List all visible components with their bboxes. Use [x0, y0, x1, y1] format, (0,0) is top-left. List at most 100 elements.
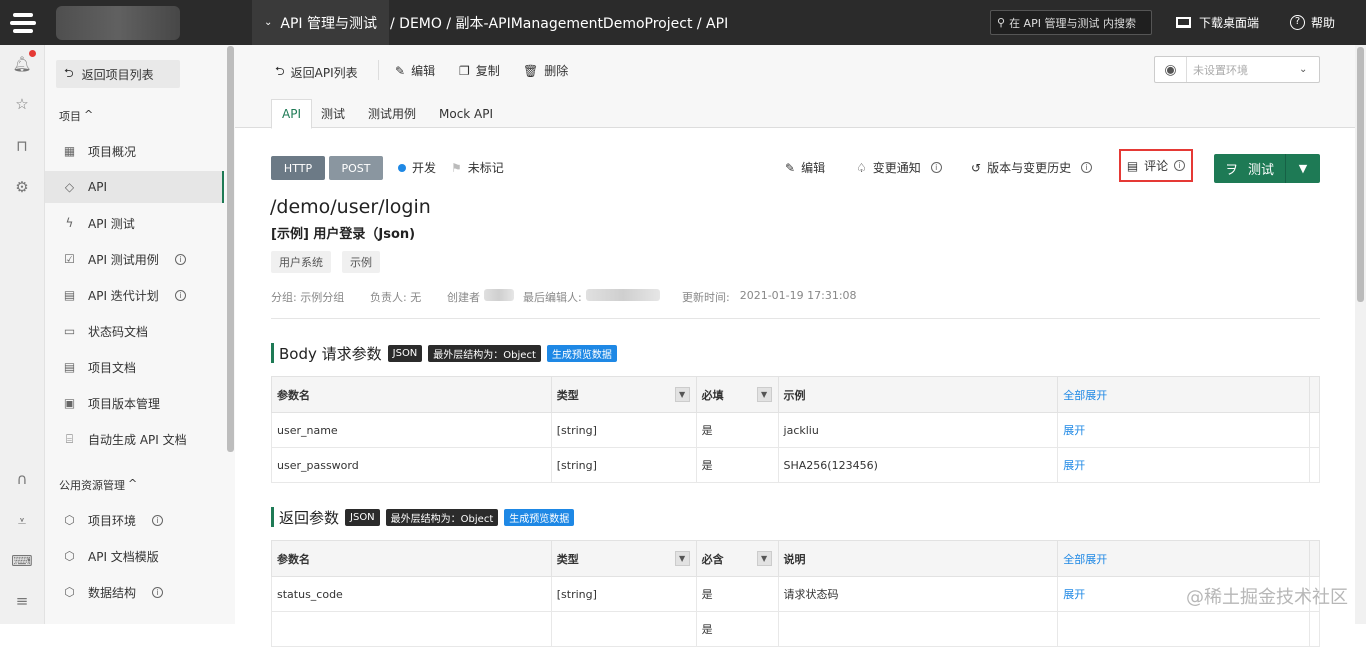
section-public-header[interactable]: 公用资源管理 ^	[59, 477, 137, 493]
tab-test-cases[interactable]: 测试用例	[358, 99, 426, 128]
table-row: 是	[271, 611, 1321, 647]
list-icon[interactable]: ≡	[13, 592, 31, 610]
environment-placeholder: 未设置环境	[1193, 63, 1248, 77]
copy-button[interactable]: ❐ 复制	[459, 62, 500, 79]
main-scrollbar[interactable]	[1355, 45, 1366, 624]
sidebar-item-api-test[interactable]: ϟ API 测试	[45, 207, 224, 239]
api-edit-button[interactable]: ✎ 编辑	[785, 159, 825, 176]
status-indicator[interactable]: 开发	[398, 159, 436, 176]
sidebar-item-overview[interactable]: ▦ 项目概况	[45, 135, 224, 167]
environment-select[interactable]: ◉ 未设置环境 ⌄	[1154, 56, 1320, 83]
sidebar-item-project-doc[interactable]: ▤ 项目文档	[45, 351, 224, 383]
table-row: user_password [string] 是 SHA256(123456) …	[271, 447, 1321, 483]
test-button-main[interactable]: ヲ测试	[1214, 154, 1286, 183]
col-header-example: 示例	[777, 376, 1059, 413]
star-icon[interactable]: ☆	[13, 95, 31, 113]
col-header-spacer	[1308, 376, 1321, 413]
mark-indicator[interactable]: ⚑ 未标记	[451, 159, 504, 176]
sidebar-item-label: API 测试用例	[88, 252, 159, 267]
info-icon: i	[174, 289, 186, 301]
sidebar-item-version-management[interactable]: ▣ 项目版本管理	[45, 387, 224, 419]
section-project-header[interactable]: 项目 ^	[59, 108, 93, 124]
status-dot	[398, 163, 406, 172]
back-to-project-list-button[interactable]: ⮌ 返回项目列表	[56, 60, 180, 88]
sidebar-item-project-env[interactable]: ⬡ 项目环境 i	[45, 504, 224, 536]
back-to-api-list-button[interactable]: ⮌ 返回API列表	[275, 62, 358, 83]
back-api-label: 返回API列表	[290, 66, 358, 80]
sidebar-item-api-doc-template[interactable]: ⬡ API 文档模版	[45, 540, 224, 572]
sidebar-item-api[interactable]: ◇ API	[45, 171, 224, 203]
download-label: 下载桌面端	[1199, 16, 1260, 30]
meta-owner: 负责人: 无	[370, 291, 422, 304]
breadcrumb[interactable]: / DEMO / 副本-APIManagementDemoProject / A…	[390, 0, 728, 45]
meta-updated-value: 2021-01-19 17:31:08	[739, 289, 857, 302]
status-label: 开发	[412, 161, 437, 175]
expand-link[interactable]	[1057, 611, 1310, 647]
tab-mock-api[interactable]: Mock API	[429, 99, 503, 128]
method-badge: POST	[329, 156, 383, 180]
pencil-icon: ✎	[785, 160, 796, 175]
cube-icon: ⬡	[64, 585, 75, 599]
sidebar-item-iteration-plan[interactable]: ▤ API 迭代计划 i	[45, 279, 224, 311]
expand-all-link[interactable]: 全部展开	[1057, 540, 1310, 577]
filter-icon[interactable]: ▼	[674, 551, 690, 566]
blurred-account-name	[56, 6, 180, 40]
tag-user-system[interactable]: 用户系统	[271, 251, 331, 273]
filter-icon[interactable]: ▼	[756, 551, 772, 566]
sidebar-item-data-structure[interactable]: ⬡ 数据结构 i	[45, 576, 224, 608]
headset-icon[interactable]: ∩	[13, 470, 31, 488]
sidebar-item-label: API 迭代计划	[88, 288, 159, 303]
download-tray-icon[interactable]: ⩡	[13, 512, 31, 530]
help-button[interactable]: ? 帮助	[1290, 0, 1335, 45]
monitor-icon	[1176, 17, 1191, 28]
sidebar-item-label: API 测试	[88, 216, 135, 231]
sidebar-item-label: 项目概况	[88, 144, 137, 159]
edit-label: 编辑	[411, 64, 436, 78]
json-badge: JSON	[387, 344, 423, 362]
param-name: status_code	[271, 576, 552, 612]
edit-button[interactable]: ✎ 编辑	[395, 62, 435, 79]
gear-icon[interactable]: ⚙	[13, 178, 31, 196]
comment-button[interactable]: ▤ 评论 i	[1119, 149, 1193, 182]
scrollbar-thumb[interactable]	[1357, 47, 1364, 302]
json-badge: JSON	[345, 508, 380, 526]
comment-label: 评论	[1144, 159, 1169, 173]
tab-test[interactable]: 测试	[311, 99, 355, 128]
expand-link[interactable]: 展开	[1057, 447, 1310, 483]
body-params-title: Body 请求参数	[279, 344, 382, 363]
tag-example[interactable]: 示例	[342, 251, 380, 273]
filter-icon[interactable]: ▼	[756, 387, 772, 402]
sidebar-item-status-code-doc[interactable]: ▭ 状态码文档	[45, 315, 224, 347]
keyboard-icon[interactable]: ⌨	[11, 552, 33, 570]
project-menu[interactable]: ⌄ API 管理与测试	[252, 0, 389, 45]
table-row: user_name [string] 是 jackliu 展开	[271, 412, 1321, 448]
sidebar-item-auto-api-doc[interactable]: ⌸ 自动生成 API 文档	[45, 423, 224, 455]
download-desktop-button[interactable]: 下载桌面端	[1176, 0, 1259, 45]
inbox-icon[interactable]: ⊓	[13, 137, 31, 155]
sidebar-item-api-test-cases[interactable]: ☑ API 测试用例 i	[45, 243, 224, 275]
app-logo-icon[interactable]	[0, 0, 45, 45]
generate-preview-button[interactable]: 生成预览数据	[546, 344, 617, 362]
info-icon: i	[152, 586, 164, 598]
search-input[interactable]: ⚲ 在 API 管理与测试 内搜索	[990, 10, 1152, 35]
version-history-button[interactable]: ↺ 版本与变更历史 i	[971, 159, 1093, 176]
generate-preview-button[interactable]: 生成预览数据	[504, 508, 575, 526]
tab-api[interactable]: API	[271, 99, 312, 129]
param-example: SHA256(123456)	[777, 447, 1059, 483]
test-button[interactable]: ヲ测试 ▼	[1214, 154, 1320, 183]
param-type: [string]	[550, 412, 697, 448]
col-header-name: 参数名	[271, 376, 552, 413]
caret-up-icon: ^	[128, 477, 138, 490]
sidebar-item-label: API 文档模版	[88, 549, 159, 564]
filter-icon[interactable]: ▼	[674, 387, 690, 402]
delete-button[interactable]: 🗑︎ 删除	[523, 62, 568, 79]
bell-icon[interactable]: 🔔︎	[12, 55, 31, 73]
chevron-down-icon: ⌄	[1299, 64, 1308, 75]
param-name: user_name	[271, 412, 552, 448]
sidebar-item-label: 项目文档	[88, 360, 137, 375]
expand-all-link[interactable]: 全部展开	[1057, 376, 1310, 413]
test-dropdown-caret-icon[interactable]: ▼	[1286, 162, 1320, 175]
expand-link[interactable]: 展开	[1057, 412, 1310, 448]
change-notify-button[interactable]: ♤ 变更通知 i	[856, 159, 942, 176]
sidebar-scrollbar[interactable]	[227, 46, 234, 452]
